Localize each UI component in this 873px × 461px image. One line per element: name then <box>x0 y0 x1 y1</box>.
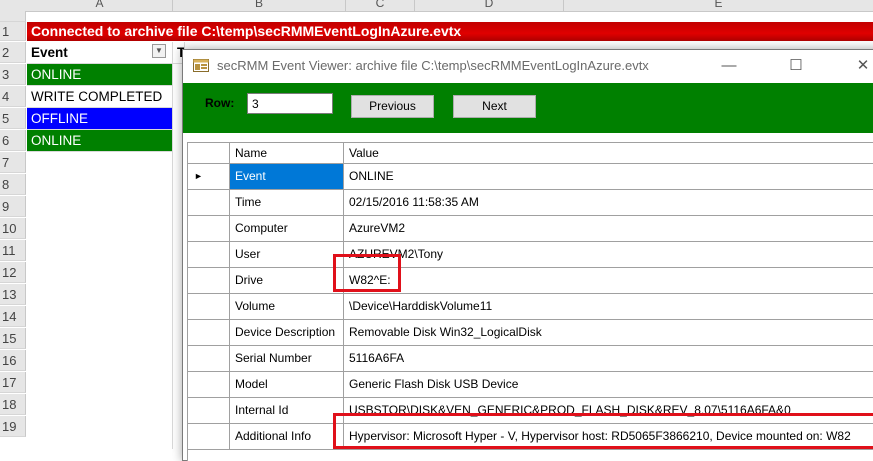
column-header-a[interactable]: A <box>27 0 173 11</box>
grid-cell-value[interactable]: Generic Flash Disk USB Device <box>344 372 873 398</box>
row-header[interactable]: 3 <box>0 64 26 85</box>
row-header[interactable]: 10 <box>0 218 26 239</box>
event-cell-online[interactable]: ONLINE <box>27 130 173 152</box>
grid-row-serial-number[interactable]: Serial Number 5116A6FA <box>188 346 873 372</box>
previous-button[interactable]: Previous <box>351 95 434 118</box>
grid-cell-value[interactable]: AzureVM2 <box>344 216 873 242</box>
excel-column-headers: A B C D E <box>0 0 873 12</box>
grid-row-user[interactable]: User AZUREVM2\Tony <box>188 242 873 268</box>
drive-highlight-box <box>333 254 401 292</box>
window-title: secRMM Event Viewer: archive file C:\tem… <box>217 58 649 73</box>
column-header-b[interactable]: B <box>173 0 346 11</box>
grid-cell-name[interactable]: Model <box>230 372 344 398</box>
grid-row-computer[interactable]: Computer AzureVM2 <box>188 216 873 242</box>
close-button[interactable]: ✕ <box>843 54 873 78</box>
row-header[interactable]: 19 <box>0 416 26 437</box>
grid-cell-name[interactable]: Computer <box>230 216 344 242</box>
row-selector[interactable] <box>188 320 230 346</box>
grid-cell-name[interactable]: Time <box>230 190 344 216</box>
grid-cell-value[interactable]: W82^E: <box>344 268 873 294</box>
grid-cell-value[interactable]: ONLINE <box>344 164 873 190</box>
row-header[interactable]: 14 <box>0 306 26 327</box>
grid-cell-value[interactable]: Removable Disk Win32_LogicalDisk <box>344 320 873 346</box>
row-selector[interactable] <box>188 346 230 372</box>
grid-row-event[interactable]: ► Event ONLINE <box>188 164 873 190</box>
row-header[interactable]: 15 <box>0 328 26 349</box>
row-header[interactable]: 1 <box>0 22 26 41</box>
column-header-name[interactable]: Name <box>230 143 344 164</box>
row-header[interactable]: 7 <box>0 152 26 173</box>
column-header-d[interactable]: D <box>415 0 564 11</box>
grid-cell-name[interactable]: Serial Number <box>230 346 344 372</box>
row-header[interactable]: 12 <box>0 262 26 283</box>
minimize-button[interactable]: — <box>709 54 749 78</box>
grid-row-time[interactable]: Time 02/15/2016 11:58:35 AM <box>188 190 873 216</box>
row-selector[interactable] <box>188 190 230 216</box>
row-header[interactable]: 16 <box>0 350 26 371</box>
grid-row-drive[interactable]: Drive W82^E: <box>188 268 873 294</box>
row-header[interactable]: 17 <box>0 372 26 393</box>
grid-row-device-description[interactable]: Device Description Removable Disk Win32_… <box>188 320 873 346</box>
navigation-toolbar: Row: Previous Next <box>183 83 873 133</box>
row-selector[interactable] <box>188 216 230 242</box>
row-selector-arrow-icon[interactable]: ► <box>188 164 230 190</box>
column-header-e[interactable]: E <box>564 0 873 11</box>
grid-cell-name[interactable]: Event <box>230 164 344 190</box>
row-selector[interactable] <box>188 242 230 268</box>
row-header[interactable]: 8 <box>0 174 26 195</box>
row-header-corner[interactable] <box>188 143 230 164</box>
next-button[interactable]: Next <box>453 95 536 118</box>
grid-cell-name[interactable]: Volume <box>230 294 344 320</box>
row-selector[interactable] <box>188 398 230 424</box>
event-cell-offline[interactable]: OFFLINE <box>27 108 173 130</box>
empty-cells[interactable] <box>27 152 173 449</box>
grid-cell-value[interactable]: 5116A6FA <box>344 346 873 372</box>
row-number-input[interactable] <box>247 93 333 114</box>
grid-cell-value[interactable]: \Device\HarddiskVolume11 <box>344 294 873 320</box>
row-selector[interactable] <box>188 268 230 294</box>
grid-cell-name[interactable]: Device Description <box>230 320 344 346</box>
row-selector[interactable] <box>188 424 230 450</box>
connection-banner[interactable]: Connected to archive file C:\temp\secRMM… <box>27 22 873 41</box>
grid-row-volume[interactable]: Volume \Device\HarddiskVolume11 <box>188 294 873 320</box>
row-header[interactable]: 18 <box>0 394 26 415</box>
event-cell-online[interactable]: ONLINE <box>27 64 173 86</box>
maximize-button[interactable]: ☐ <box>776 54 816 78</box>
grid-cell-name[interactable]: Internal Id <box>230 398 344 424</box>
row-header[interactable]: 13 <box>0 284 26 305</box>
app-icon <box>193 59 209 72</box>
row-selector[interactable] <box>188 372 230 398</box>
row-label: Row: <box>205 96 235 110</box>
row-header[interactable]: 2 <box>0 42 26 63</box>
additional-info-highlight-box <box>333 413 873 449</box>
event-cell-write-completed[interactable]: WRITE COMPLETED <box>27 86 173 108</box>
row-header[interactable]: 9 <box>0 196 26 217</box>
title-bar[interactable]: secRMM Event Viewer: archive file C:\tem… <box>183 50 873 83</box>
grid-cell-value[interactable]: AZUREVM2\Tony <box>344 242 873 268</box>
row-header[interactable]: 5 <box>0 108 26 129</box>
grid-row-model[interactable]: Model Generic Flash Disk USB Device <box>188 372 873 398</box>
row-selector[interactable] <box>188 294 230 320</box>
filter-dropdown-icon[interactable]: ▼ <box>152 44 166 58</box>
column-header-c[interactable]: C <box>346 0 415 11</box>
grid-cell-name[interactable]: Additional Info <box>230 424 344 450</box>
row-header[interactable]: 11 <box>0 240 26 261</box>
grid-cell-value[interactable]: 02/15/2016 11:58:35 AM <box>344 190 873 216</box>
event-viewer-window: secRMM Event Viewer: archive file C:\tem… <box>182 49 873 461</box>
grid-cell-name[interactable]: User <box>230 242 344 268</box>
row-header[interactable] <box>0 11 26 22</box>
column-header-value[interactable]: Value <box>344 143 873 164</box>
row-header[interactable]: 4 <box>0 86 26 107</box>
grid-cell-name[interactable]: Drive <box>230 268 344 294</box>
row-header[interactable]: 6 <box>0 130 26 151</box>
